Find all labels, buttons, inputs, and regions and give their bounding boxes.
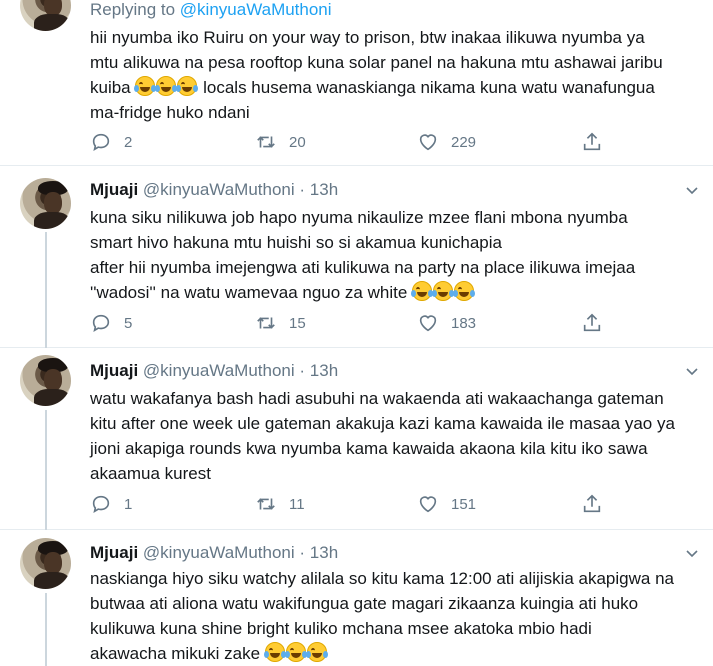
share-icon: [583, 132, 601, 151]
like-button[interactable]: 229: [417, 130, 476, 154]
face-with-tears-of-joy-emoji: [284, 642, 307, 662]
chevron-down-icon[interactable]: [685, 546, 699, 560]
retweet-icon: [257, 317, 275, 329]
user-handle[interactable]: @kinyuaWaMuthoni: [143, 180, 295, 199]
chevron-down-icon[interactable]: [685, 364, 699, 378]
face-with-tears-of-joy-emoji: [263, 642, 286, 662]
tweet-4[interactable]: Mjuaji @kinyuaWaMuthoni · 13h naskianga …: [0, 530, 713, 666]
display-name[interactable]: Mjuaji: [90, 543, 138, 562]
heart-icon: [419, 496, 437, 513]
avatar[interactable]: [20, 0, 71, 31]
chevron-down-icon[interactable]: [685, 183, 699, 197]
retweet-button[interactable]: 20: [255, 130, 306, 154]
avatar[interactable]: [20, 355, 71, 406]
thread-line: [45, 410, 47, 530]
share-icon: [583, 494, 601, 513]
tweet-actions: 5 15 183: [90, 311, 650, 335]
tweet-header: Mjuaji @kinyuaWaMuthoni · 13h: [90, 543, 339, 562]
tweet-text: watu wakafanya bash hadi asubuhi na waka…: [90, 389, 675, 483]
timestamp[interactable]: 13h: [310, 543, 338, 562]
retweet-icon: [257, 136, 275, 148]
tweet-text: kuna siku nilikuwa job hapo nyuma nikaul…: [90, 208, 636, 302]
tweet-1[interactable]: Replying to @kinyuaWaMuthoni hii nyumba …: [0, 0, 713, 166]
timestamp[interactable]: 13h: [310, 361, 338, 380]
retweet-button[interactable]: 15: [255, 311, 306, 335]
face-with-tears-of-joy-emoji: [305, 642, 328, 662]
tweet-2[interactable]: Mjuaji @kinyuaWaMuthoni · 13h kuna siku …: [0, 166, 713, 348]
retweet-icon: [257, 498, 275, 510]
user-handle[interactable]: @kinyuaWaMuthoni: [143, 361, 295, 380]
face-with-tears-of-joy-emoji: [155, 76, 178, 96]
avatar[interactable]: [20, 178, 71, 229]
share-icon: [583, 313, 601, 332]
face-with-tears-of-joy-emoji: [432, 281, 455, 301]
timestamp[interactable]: 13h: [310, 180, 338, 199]
display-name[interactable]: Mjuaji: [90, 180, 138, 199]
share-button[interactable]: [581, 130, 615, 154]
like-button[interactable]: 183: [417, 311, 476, 335]
face-with-tears-of-joy-emoji: [453, 281, 476, 301]
reply-button[interactable]: 2: [90, 130, 132, 154]
tweet-text: hii nyumba iko Ruiru on your way to pris…: [90, 28, 663, 122]
display-name[interactable]: Mjuaji: [90, 361, 138, 380]
face-with-tears-of-joy-emoji: [411, 281, 434, 301]
reply-button[interactable]: 1: [90, 492, 132, 516]
tweet-header: Mjuaji @kinyuaWaMuthoni · 13h: [90, 180, 339, 199]
face-with-tears-of-joy-emoji: [134, 76, 157, 96]
heart-icon: [419, 134, 437, 151]
user-handle[interactable]: @kinyuaWaMuthoni: [143, 543, 295, 562]
heart-icon: [419, 315, 437, 332]
thread-line: [45, 232, 47, 348]
mention-link[interactable]: @kinyuaWaMuthoni: [180, 0, 332, 19]
tweet-actions: 1 11 151: [90, 492, 650, 516]
reply-icon: [92, 314, 110, 333]
retweet-button[interactable]: 11: [255, 492, 305, 516]
like-button[interactable]: 151: [417, 492, 476, 516]
avatar[interactable]: [20, 538, 71, 589]
share-button[interactable]: [581, 311, 615, 335]
replying-to: Replying to @kinyuaWaMuthoni: [90, 0, 332, 19]
face-with-tears-of-joy-emoji: [176, 76, 199, 96]
reply-button[interactable]: 5: [90, 311, 132, 335]
reply-icon: [92, 133, 110, 152]
tweet-text: naskianga hiyo siku watchy alilala so ki…: [90, 569, 674, 663]
share-button[interactable]: [581, 492, 615, 516]
thread-line: [45, 593, 47, 666]
tweet-actions: 2 20 229: [90, 130, 650, 154]
tweet-header: Mjuaji @kinyuaWaMuthoni · 13h: [90, 361, 339, 380]
reply-icon: [92, 495, 110, 514]
tweet-3[interactable]: Mjuaji @kinyuaWaMuthoni · 13h watu wakaf…: [0, 348, 713, 530]
